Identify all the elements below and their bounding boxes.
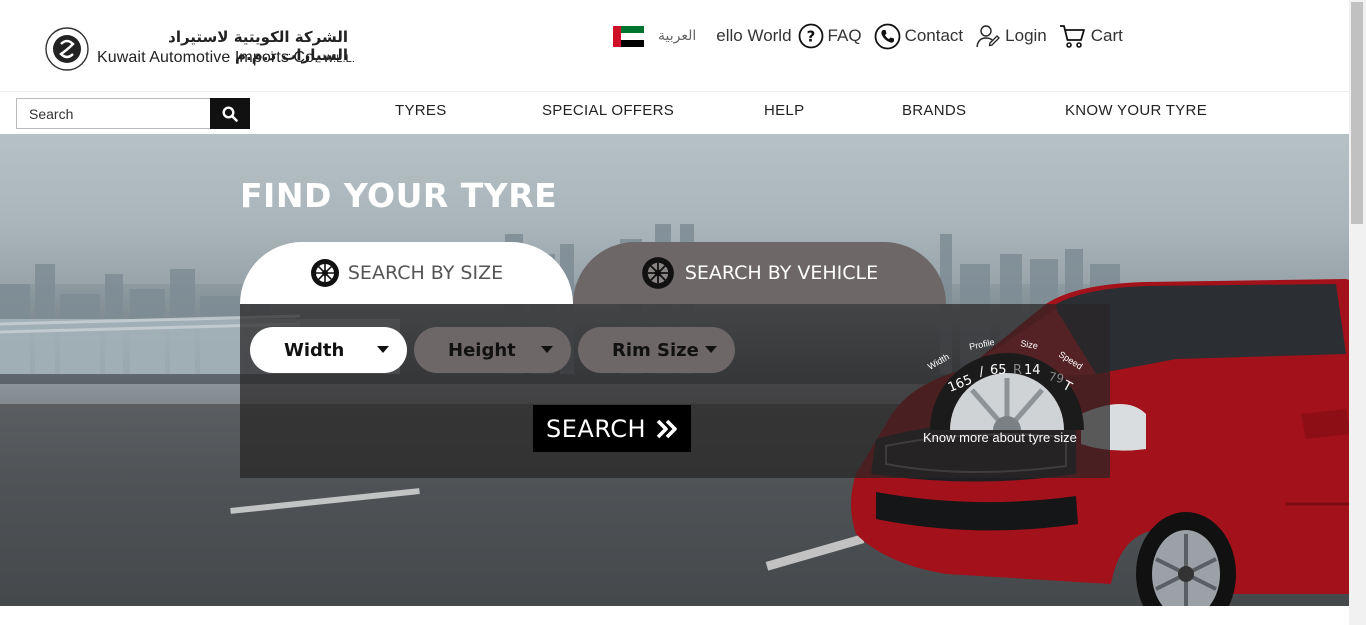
- nav-item-help[interactable]: HELP: [764, 102, 804, 119]
- nav-item-know-your-tyre[interactable]: KNOW YOUR TYRE: [1065, 102, 1207, 119]
- login-label: Login: [1005, 26, 1047, 45]
- site-search-button[interactable]: [210, 98, 250, 129]
- height-select-label: Height: [448, 339, 516, 361]
- user-greeting: ello World: [716, 26, 792, 45]
- flag-green-band: [621, 25, 644, 33]
- company-name-english: Kuwait Automotive Imports Co. W.L.L.: [97, 49, 355, 67]
- tyre-code-r: R: [1013, 363, 1022, 378]
- flag-black-band: [621, 39, 644, 47]
- hero-title: FIND YOUR TYRE: [240, 176, 558, 215]
- tab-search-by-size-label: SEARCH BY SIZE: [347, 262, 504, 284]
- nav-item-brands[interactable]: BRANDS: [902, 102, 966, 119]
- height-select[interactable]: Height: [414, 327, 571, 373]
- flag-white-band: [621, 32, 644, 40]
- caret-down-icon: [377, 346, 389, 353]
- cart-link[interactable]: Cart: [1059, 23, 1123, 49]
- width-select-label: Width: [284, 339, 345, 361]
- nav-item-tyres[interactable]: TYRES: [395, 102, 447, 119]
- tyre-search-button-label: SEARCH: [546, 414, 647, 443]
- double-chevron-right-icon: [656, 419, 677, 439]
- tab-search-by-size[interactable]: SEARCH BY SIZE: [240, 242, 573, 304]
- caret-down-icon: [705, 346, 717, 353]
- contact-link[interactable]: Contact: [874, 23, 964, 50]
- company-suffix: W.L.L.: [323, 53, 355, 65]
- rim-size-select[interactable]: Rim Size: [578, 327, 735, 373]
- cart-icon: [1059, 25, 1085, 48]
- main-nav-bar: TYRES SPECIAL OFFERS HELP BRANDS KNOW YO…: [0, 93, 1349, 134]
- company-emblem-icon: [45, 27, 89, 71]
- top-links: العربية ello World ? FAQ Contact Login C…: [613, 22, 1135, 50]
- rim-size-select-label: Rim Size: [612, 339, 699, 361]
- page: الشركة الكويتية لاستيراد السيارات ذ.م.م …: [0, 0, 1366, 625]
- user-icon: [976, 25, 1001, 48]
- tyre-code-size: 14: [1024, 363, 1041, 378]
- tyre-search-button[interactable]: SEARCH: [533, 405, 691, 452]
- search-icon: [222, 105, 238, 122]
- faq-label: FAQ: [827, 26, 862, 45]
- arc-label-profile: Profile: [968, 337, 995, 352]
- know-tyre-size-widget[interactable]: 165 / 65 R 14 79 T Width Profile Size Sp…: [912, 330, 1102, 470]
- nav-item-special-offers[interactable]: SPECIAL OFFERS: [542, 102, 674, 119]
- language-switch-link[interactable]: العربية: [658, 28, 696, 44]
- know-tyre-size-link[interactable]: Know more about tyre size: [923, 430, 1077, 445]
- tab-search-by-vehicle-label: SEARCH BY VEHICLE: [684, 262, 879, 284]
- caret-down-icon: [541, 346, 553, 353]
- tyre-sidewall-icon: 165 / 65 R 14 79 T Width Profile Size Sp…: [926, 337, 1084, 444]
- cart-label: Cart: [1090, 26, 1123, 45]
- phone-icon: [874, 23, 900, 49]
- site-search-input[interactable]: [16, 98, 211, 129]
- hero-banner: FIND YOUR TYRE SEARCH BY SIZE SEARCH BY …: [0, 134, 1349, 606]
- arc-label-size: Size: [1020, 338, 1039, 351]
- uae-flag-icon[interactable]: [613, 25, 644, 47]
- company-name-text: Kuwait Automotive Imports Co.: [97, 49, 319, 66]
- faq-link[interactable]: ? FAQ: [798, 23, 862, 49]
- tyre-icon: [310, 259, 339, 287]
- width-select[interactable]: Width: [250, 327, 407, 373]
- tyre-code-profile: 65: [990, 363, 1007, 378]
- tyre-icon: [641, 257, 674, 289]
- login-link[interactable]: Login: [975, 23, 1047, 49]
- flag-red-band: [613, 25, 621, 47]
- arc-label-speed: Speed: [1057, 349, 1084, 371]
- svg-text:?: ?: [806, 28, 815, 46]
- company-logo[interactable]: الشركة الكويتية لاستيراد السيارات ذ.م.م …: [44, 26, 355, 76]
- arc-label-width: Width: [926, 352, 951, 372]
- contact-label: Contact: [904, 26, 964, 45]
- page-scrollbar-thumb[interactable]: [1351, 2, 1363, 224]
- header-top: الشركة الكويتية لاستيراد السيارات ذ.م.م …: [0, 0, 1349, 92]
- question-circle-icon: ?: [798, 23, 823, 49]
- tab-search-by-vehicle[interactable]: SEARCH BY VEHICLE: [573, 242, 946, 304]
